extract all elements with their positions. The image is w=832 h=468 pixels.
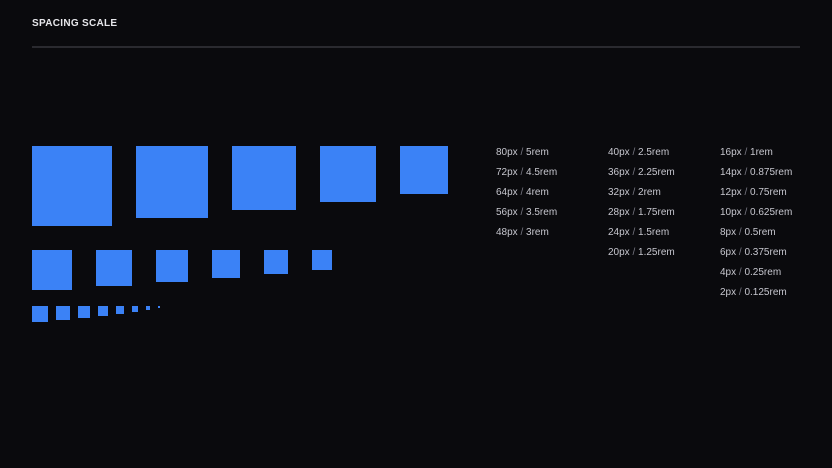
spacing-swatch-32	[156, 250, 188, 282]
legend-separator: /	[517, 227, 527, 238]
legend-px-value: 80px	[496, 147, 518, 158]
legend-separator: /	[517, 187, 527, 198]
legend-rem-value: 4.5rem	[526, 167, 558, 178]
legend-rem-value: 0.625rem	[750, 207, 793, 218]
legend-px-value: 12px	[720, 187, 742, 198]
legend-rem-value: 5rem	[526, 147, 549, 158]
legend-px-value: 28px	[608, 207, 630, 218]
spacing-swatch-10	[98, 306, 108, 316]
legend-rem-value: 0.375rem	[744, 247, 787, 258]
legend-px-value: 16px	[720, 147, 742, 158]
legend-px-value: 32px	[608, 187, 630, 198]
legend-px-value: 14px	[720, 167, 742, 178]
legend-item: 6px / 0.375rem	[720, 246, 792, 266]
legend-rem-value: 3.5rem	[526, 207, 558, 218]
legend-separator: /	[741, 187, 751, 198]
legend-px-value: 64px	[496, 187, 518, 198]
spacing-swatch-24	[264, 250, 288, 274]
legend-px-value: 6px	[720, 247, 737, 258]
legend-separator: /	[741, 147, 751, 158]
spacing-swatch-12	[78, 306, 90, 318]
legend-px-value: 36px	[608, 167, 630, 178]
legend-item: 64px / 4rem	[496, 186, 557, 206]
legend-item: 2px / 0.125rem	[720, 286, 792, 306]
legend-separator: /	[629, 247, 639, 258]
legend-px-value: 24px	[608, 227, 630, 238]
legend-rem-value: 0.25rem	[744, 267, 782, 278]
swatch-grid	[0, 0, 480, 340]
legend-rem-value: 1rem	[750, 147, 773, 158]
spacing-swatch-72	[136, 146, 208, 218]
spacing-swatch-20	[312, 250, 332, 270]
legend-item: 4px / 0.25rem	[720, 266, 792, 286]
legend-px-value: 4px	[720, 267, 737, 278]
legend-item: 36px / 2.25rem	[608, 166, 675, 186]
legend-item: 8px / 0.5rem	[720, 226, 792, 246]
legend-px-value: 56px	[496, 207, 518, 218]
spacing-swatch-16	[32, 306, 48, 322]
legend-item: 12px / 0.75rem	[720, 186, 792, 206]
spacing-swatch-8	[116, 306, 124, 314]
legend-separator: /	[517, 207, 527, 218]
legend-column-medium: 40px / 2.5rem 36px / 2.25rem 32px / 2rem 28…	[608, 146, 675, 266]
legend-rem-value: 3rem	[526, 227, 549, 238]
legend-separator: /	[629, 207, 639, 218]
legend-rem-value: 2rem	[638, 187, 661, 198]
legend-px-value: 72px	[496, 167, 518, 178]
legend-px-value: 2px	[720, 287, 737, 298]
legend-rem-value: 2.25rem	[638, 167, 675, 178]
legend-rem-value: 0.125rem	[744, 287, 787, 298]
legend-item: 48px / 3rem	[496, 226, 557, 246]
legend-rem-value: 0.75rem	[750, 187, 787, 198]
legend-item: 80px / 5rem	[496, 146, 557, 166]
legend-separator: /	[629, 147, 639, 158]
legend-separator: /	[517, 167, 527, 178]
spacing-swatch-2	[158, 306, 160, 308]
spacing-swatch-14	[56, 306, 70, 320]
legend-item: 14px / 0.875rem	[720, 166, 792, 186]
spacing-swatch-4	[146, 306, 150, 310]
spacing-swatch-80	[32, 146, 112, 226]
legend-px-value: 40px	[608, 147, 630, 158]
legend-px-value: 10px	[720, 207, 742, 218]
spacing-swatch-56	[320, 146, 376, 202]
legend-px-value: 20px	[608, 247, 630, 258]
legend-item: 28px / 1.75rem	[608, 206, 675, 226]
legend-px-value: 48px	[496, 227, 518, 238]
legend-item: 72px / 4.5rem	[496, 166, 557, 186]
legend-separator: /	[741, 167, 751, 178]
spacing-swatch-48	[400, 146, 448, 194]
legend-separator: /	[741, 207, 751, 218]
legend-item: 56px / 3.5rem	[496, 206, 557, 226]
legend-rem-value: 4rem	[526, 187, 549, 198]
legend-rem-value: 1.75rem	[638, 207, 675, 218]
legend-item: 40px / 2.5rem	[608, 146, 675, 166]
legend-px-value: 8px	[720, 227, 737, 238]
legend-rem-value: 1.5rem	[638, 227, 670, 238]
spacing-swatch-64	[232, 146, 296, 210]
legend-separator: /	[629, 187, 639, 198]
legend-column-small: 16px / 1rem 14px / 0.875rem 12px / 0.75rem…	[720, 146, 792, 306]
legend-item: 24px / 1.5rem	[608, 226, 675, 246]
legend-rem-value: 2.5rem	[638, 147, 670, 158]
legend-separator: /	[517, 147, 527, 158]
legend-column-large: 80px / 5rem 72px / 4.5rem 64px / 4rem 56px …	[496, 146, 557, 246]
legend-item: 10px / 0.625rem	[720, 206, 792, 226]
legend-item: 16px / 1rem	[720, 146, 792, 166]
legend-item: 20px / 1.25rem	[608, 246, 675, 266]
spacing-swatch-36	[96, 250, 132, 286]
legend-separator: /	[629, 227, 639, 238]
legend-rem-value: 1.25rem	[638, 247, 675, 258]
legend-separator: /	[629, 167, 639, 178]
spacing-swatch-40	[32, 250, 72, 290]
legend-rem-value: 0.875rem	[750, 167, 793, 178]
legend-item: 32px / 2rem	[608, 186, 675, 206]
legend-rem-value: 0.5rem	[744, 227, 776, 238]
spacing-swatch-28	[212, 250, 240, 278]
spacing-swatch-6	[132, 306, 138, 312]
